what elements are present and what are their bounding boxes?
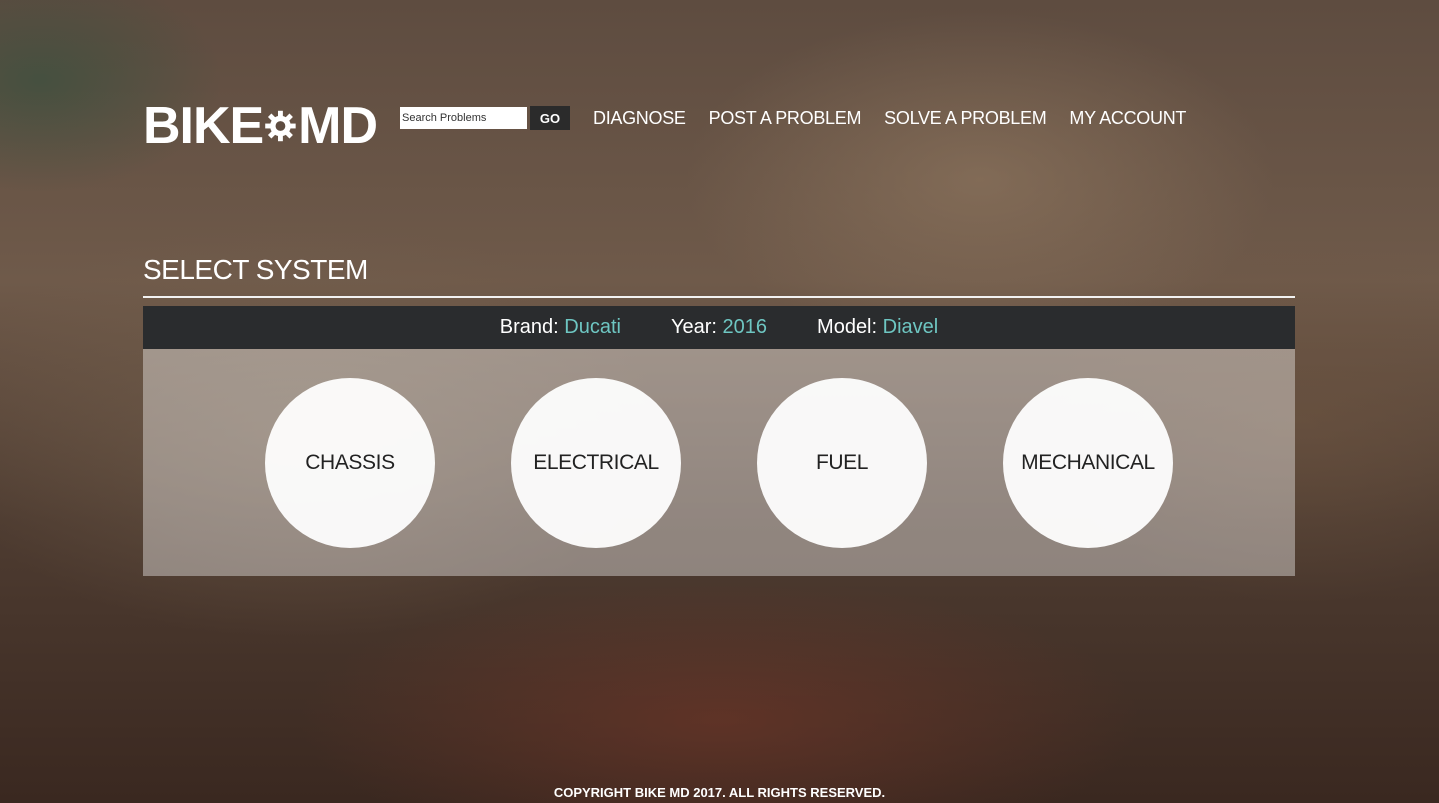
title-divider — [143, 296, 1295, 298]
page-title: SELECT SYSTEM — [143, 254, 368, 285]
logo[interactable]: BIKE MD — [143, 97, 378, 155]
brand-label: Brand: — [499, 316, 559, 338]
gear-icon — [265, 110, 296, 142]
system-chassis-button[interactable]: CHASSIS — [265, 378, 435, 548]
year-info: Year: 2016 — [671, 316, 767, 339]
main-nav: DIAGNOSE POST A PROBLEM SOLVE A PROBLEM … — [593, 104, 1186, 132]
vehicle-info-bar: Brand: Ducati Year: 2016 Model: Diavel — [143, 306, 1295, 349]
nav-diagnose[interactable]: DIAGNOSE — [593, 104, 686, 132]
brand-value: Ducati — [564, 316, 621, 338]
nav-my-account[interactable]: MY ACCOUNT — [1069, 104, 1186, 132]
model-value: Diavel — [882, 316, 939, 338]
search-input[interactable] — [400, 107, 527, 129]
go-button[interactable]: GO — [530, 106, 570, 130]
nav-solve-a-problem[interactable]: SOLVE A PROBLEM — [884, 104, 1047, 132]
logo-text-bike: BIKE — [143, 97, 264, 155]
brand-info: Brand: Ducati — [500, 316, 621, 339]
logo-text-md: MD — [298, 97, 378, 155]
nav-post-a-problem[interactable]: POST A PROBLEM — [709, 104, 862, 132]
year-label: Year: — [671, 316, 717, 338]
system-electrical-button[interactable]: ELECTRICAL — [511, 378, 681, 548]
model-info: Model: Diavel — [817, 316, 938, 339]
system-fuel-button[interactable]: FUEL — [757, 378, 927, 548]
system-mechanical-button[interactable]: MECHANICAL — [1003, 378, 1173, 548]
model-label: Model: — [817, 316, 878, 338]
systems-panel: CHASSIS ELECTRICAL FUEL MECHANICAL — [143, 349, 1295, 576]
year-value: 2016 — [722, 316, 768, 338]
footer-copyright: COPYRIGHT BIKE MD 2017. ALL RIGHTS RESER… — [553, 785, 886, 800]
